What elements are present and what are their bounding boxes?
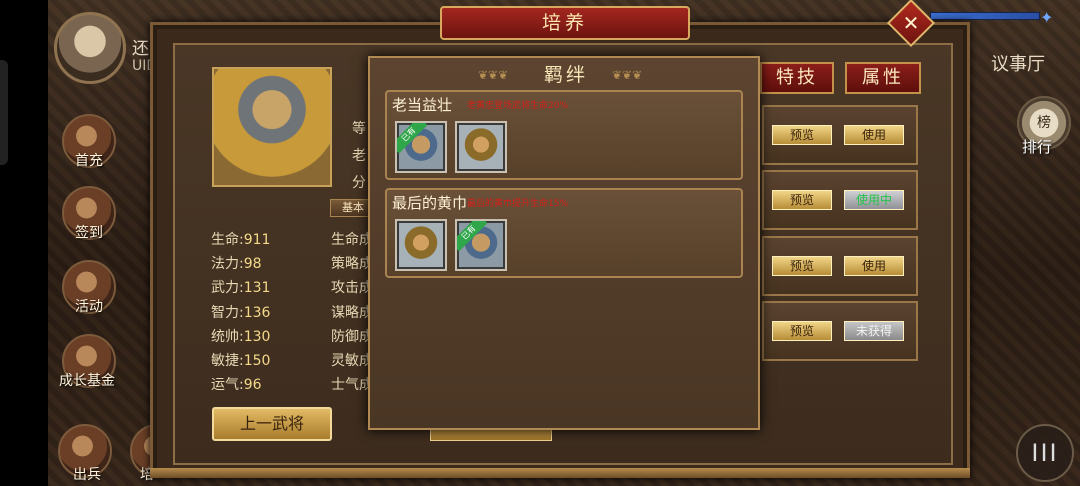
stat-key: 统帅: (211, 329, 244, 345)
hero-portrait (212, 67, 332, 187)
bond-effect: 老黄忠登场武将生命20% (467, 101, 569, 111)
stat-growth-label: 生命成 (331, 232, 373, 248)
bond-card: 老当益壮 老黄忠登场武将生命20% 已有 (385, 90, 743, 180)
in-use-button[interactable]: 使用中 (844, 190, 904, 210)
phone-notch (0, 60, 8, 165)
stat-value: 96 (243, 377, 262, 393)
owned-tag: 已有 (397, 123, 428, 154)
not-obtained-button: 未获得 (844, 321, 904, 341)
bond-card: 最后的黄巾 最后的黄巾提升生命15% 已有 (385, 188, 743, 278)
stat-row: 运气:96 (211, 374, 331, 396)
stat-row: 智力:136 (211, 302, 331, 324)
window-title-banner: 培养 (440, 6, 690, 40)
skill-row: 预览 使用中 (762, 170, 918, 230)
stat-value: 131 (243, 280, 271, 296)
stat-row: 生命:911 (211, 229, 331, 251)
side-menu-label-sign-in[interactable]: 签到 (54, 222, 124, 242)
stat-growth-label: 士气成 (331, 377, 373, 393)
stat-row: 法力:98 (211, 253, 331, 275)
bond-hero-slot[interactable]: 已有 (395, 121, 447, 173)
bond-popup-title: 羁绊 (543, 64, 588, 86)
stat-key: 敏捷: (211, 353, 244, 369)
ornament-right-icon: ❦❦❦ (612, 68, 643, 82)
use-button[interactable]: 使用 (844, 256, 904, 276)
rank-label[interactable]: 排行 (1022, 136, 1052, 157)
skill-row: 预览 未获得 (762, 301, 918, 361)
preview-button[interactable]: 预览 (772, 190, 832, 210)
stat-row: 武力:131 (211, 277, 331, 299)
stat-key: 法力: (211, 256, 244, 272)
bond-hero-slot[interactable] (395, 219, 447, 271)
left-letterbox (0, 0, 48, 486)
preview-button[interactable]: 预览 (772, 125, 832, 145)
owned-tag: 已有 (457, 221, 488, 252)
stat-key: 智力: (211, 305, 244, 321)
council-hall-label[interactable]: 议事厅 (991, 50, 1045, 76)
side-menu-label-growth-fund[interactable]: 成长基金 (52, 370, 122, 390)
side-menu-label-first-charge[interactable]: 首充 (54, 150, 124, 170)
skill-row: 预览 使用 (762, 105, 918, 165)
bond-name: 老当益壮 (392, 96, 453, 114)
window-bottom-border (150, 468, 970, 478)
skill-row: 预览 使用 (762, 236, 918, 296)
stat-value: 150 (243, 353, 271, 369)
stat-key: 武力: (211, 280, 244, 296)
hero-score-label: 分 (352, 175, 366, 191)
rank-icon-glyph: 榜 (1037, 115, 1051, 131)
stat-growth-label: 策略成 (331, 256, 373, 272)
bond-hero-slot[interactable]: 已有 (455, 219, 507, 271)
side-menu-label-activity[interactable]: 活动 (54, 296, 124, 316)
tab-attribute[interactable]: 属性 (845, 62, 921, 94)
stat-value: 98 (243, 256, 262, 272)
bond-hero-slot[interactable] (455, 121, 507, 173)
stat-row: 敏捷:150 (211, 350, 331, 372)
ornament-left-icon: ❦❦❦ (478, 68, 509, 82)
stat-growth-label: 防御成 (331, 329, 373, 345)
window-title: 培养 (541, 12, 588, 34)
close-icon: ✕ (902, 11, 920, 35)
stat-value: 911 (243, 232, 271, 248)
tab-skill[interactable]: 特技 (760, 62, 834, 94)
stat-growth-label: 攻击成 (331, 280, 373, 296)
stat-key: 生命: (211, 232, 244, 248)
preview-button[interactable]: 预览 (772, 256, 832, 276)
stat-value: 136 (243, 305, 271, 321)
stat-row: 统帅:130 (211, 326, 331, 348)
player-avatar[interactable] (54, 12, 126, 84)
stat-growth-label: 谋略成 (331, 305, 373, 321)
resource-bar (930, 12, 1040, 20)
stat-growth-label: 灵敏成 (331, 353, 373, 369)
use-button[interactable]: 使用 (844, 125, 904, 145)
bond-effect: 最后的黄巾提升生命15% (467, 199, 569, 209)
stat-key: 运气: (211, 377, 244, 393)
hero-name-label: 老 (352, 148, 366, 164)
preview-button[interactable]: 预览 (772, 321, 832, 341)
bond-name: 最后的黄巾 (392, 194, 468, 212)
bird-icon: ✦ (1040, 8, 1054, 27)
previous-hero-button[interactable]: 上一武将 (212, 407, 332, 441)
more-menu-button[interactable]: III (1016, 424, 1074, 482)
hero-level-label: 等 (352, 121, 366, 137)
stat-value: 130 (243, 329, 271, 345)
